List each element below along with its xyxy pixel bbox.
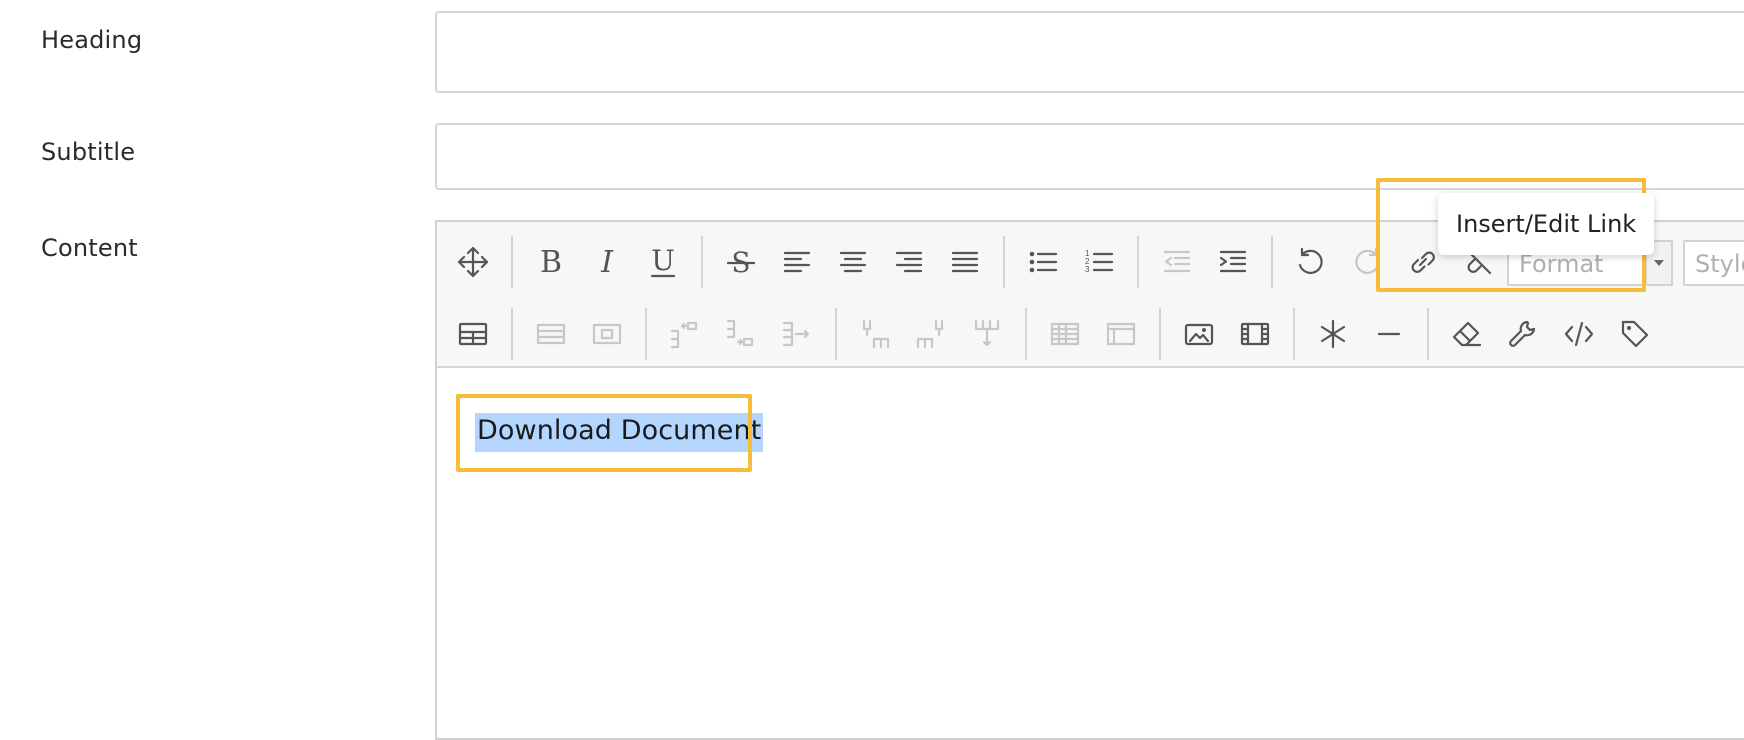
insert-row-before-button[interactable] [661,310,709,358]
bullet-list-icon [1029,251,1058,273]
clear-formatting-button[interactable] [1443,310,1491,358]
undo-button[interactable] [1287,238,1335,286]
table-icon [458,322,488,346]
move-button[interactable] [449,238,497,286]
split-cells-icon [1050,322,1080,346]
row-after-icon [726,319,754,347]
special-char-button[interactable] [1309,310,1357,358]
source-code-button[interactable] [1555,310,1603,358]
numbered-list-icon: 123 [1085,249,1114,274]
align-right-button[interactable] [885,238,933,286]
tag-icon [1621,320,1649,348]
tools-button[interactable] [1499,310,1547,358]
film-icon [1240,322,1270,346]
anchor-button[interactable] [1611,310,1659,358]
svg-text:U: U [651,245,675,277]
split-cells-button[interactable] [1041,310,1089,358]
row-before-icon [670,321,698,349]
horizontal-rule-button[interactable] [1365,310,1413,358]
bullet-list-button[interactable] [1019,238,1067,286]
table-cell-props-button[interactable] [583,310,631,358]
numbered-list-button[interactable]: 123 [1075,238,1123,286]
italic-icon: I [600,245,614,279]
table-row-icon [536,323,566,345]
move-icon [457,246,489,278]
media-button[interactable] [1231,310,1279,358]
align-left-icon [783,251,811,273]
heading-label: Heading [41,26,143,54]
align-justify-icon [951,251,979,273]
code-icon [1564,321,1594,347]
outdent-icon [1163,250,1191,273]
bold-icon: B [540,245,562,279]
insert-row-after-button[interactable] [717,310,765,358]
col-before-icon [862,319,890,349]
subtitle-label: Subtitle [41,138,136,166]
content-editor: B I U S 1 2 3 Format Styl Download Docum… [435,220,1744,740]
merge-cells-button[interactable] [1097,310,1145,358]
align-justify-button[interactable] [941,238,989,286]
selected-text-highlight [456,394,752,472]
delete-row-icon [782,321,810,347]
merge-cells-icon [1106,322,1136,346]
svg-text:B: B [540,245,562,279]
delete-col-button[interactable] [963,310,1011,358]
insert-link-tooltip: Insert/Edit Link [1438,193,1655,255]
table-button[interactable] [449,310,497,358]
insert-col-before-button[interactable] [851,310,899,358]
indent-icon [1219,250,1247,273]
image-button[interactable] [1175,310,1223,358]
indent-button[interactable] [1209,238,1257,286]
align-left-button[interactable] [773,238,821,286]
image-icon [1184,323,1214,346]
heading-input[interactable] [435,11,1744,93]
svg-text:3: 3 [1085,265,1090,274]
wrench-icon [1509,320,1536,347]
underline-icon: U [650,245,676,278]
align-center-icon [839,251,867,273]
bold-button[interactable]: B [527,238,575,286]
underline-button[interactable]: U [639,238,687,286]
delete-row-button[interactable] [773,310,821,358]
asterisk-icon [1320,319,1346,349]
minus-icon [1377,332,1401,336]
table-row-props-button[interactable] [527,310,575,358]
strikethrough-icon: S [726,246,756,279]
styles-select[interactable]: Style [1683,240,1744,286]
eraser-icon [1452,321,1482,347]
italic-button[interactable]: I [583,238,631,286]
content-label: Content [41,234,138,262]
col-after-icon [916,319,944,349]
chevron-down-icon [1654,260,1664,266]
strikethrough-button[interactable]: S [717,238,765,286]
align-right-icon [895,251,923,273]
align-center-button[interactable] [829,238,877,286]
toolbar-row-2 [437,302,1744,366]
delete-col-icon [974,319,1000,347]
svg-text:I: I [600,245,614,279]
insert-col-after-button[interactable] [907,310,955,358]
outdent-button[interactable] [1153,238,1201,286]
undo-icon [1298,247,1323,274]
table-cell-icon [592,323,622,345]
